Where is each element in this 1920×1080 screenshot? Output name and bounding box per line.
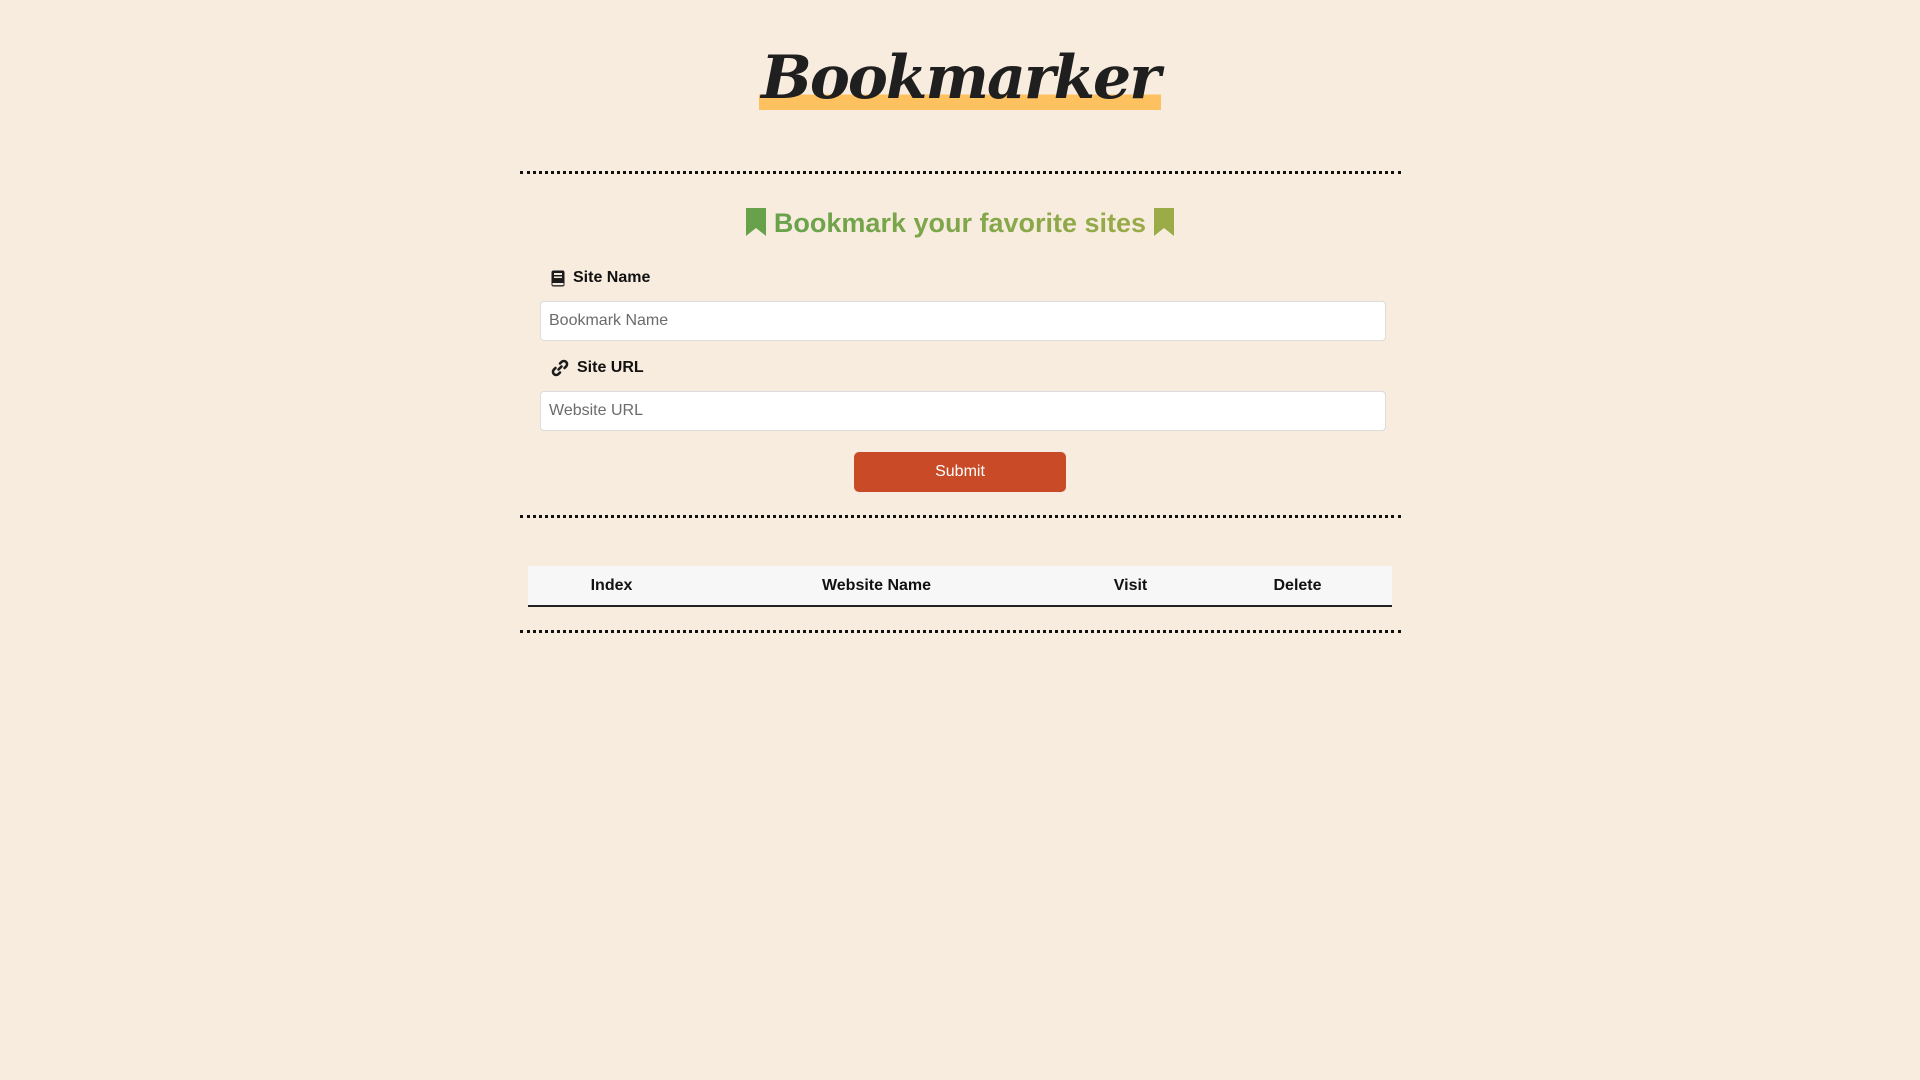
app-logo: Bookmarker	[759, 40, 1161, 116]
divider-bottom	[520, 630, 1401, 633]
submit-button[interactable]: Submit	[854, 452, 1066, 492]
link-icon	[551, 359, 569, 377]
table-header: Index Website Name Visit Delete	[528, 566, 1392, 606]
site-url-label-text: Site URL	[577, 359, 644, 376]
divider-middle	[520, 515, 1401, 518]
header: Bookmarker	[0, 40, 1920, 116]
book-icon	[551, 270, 565, 287]
site-name-label-text: Site Name	[573, 269, 651, 286]
column-header-index: Index	[590, 576, 633, 594]
form-title: Bookmark your favorite sites	[0, 203, 1920, 243]
divider-top	[520, 171, 1401, 174]
bookmarks-table-container: Index Website Name Visit Delete	[528, 566, 1392, 607]
column-header-delete: Delete	[1273, 576, 1322, 594]
bookmark-icon	[745, 207, 767, 237]
bookmark-icon	[1153, 207, 1175, 237]
column-header-website-name: Website Name	[821, 576, 932, 594]
site-url-input[interactable]	[540, 391, 1386, 431]
page: Bookmarker Bookmark your favorite sites …	[0, 0, 1920, 1080]
column-header-visit: Visit	[1113, 576, 1148, 594]
site-url-label: Site URL	[551, 359, 644, 377]
site-name-label: Site Name	[551, 269, 650, 287]
table-header-row: Index Website Name Visit Delete	[528, 566, 1392, 606]
bookmarks-table: Index Website Name Visit Delete	[528, 566, 1392, 607]
form-title-text: Bookmark your favorite sites	[773, 208, 1147, 238]
site-name-input[interactable]	[540, 301, 1386, 341]
